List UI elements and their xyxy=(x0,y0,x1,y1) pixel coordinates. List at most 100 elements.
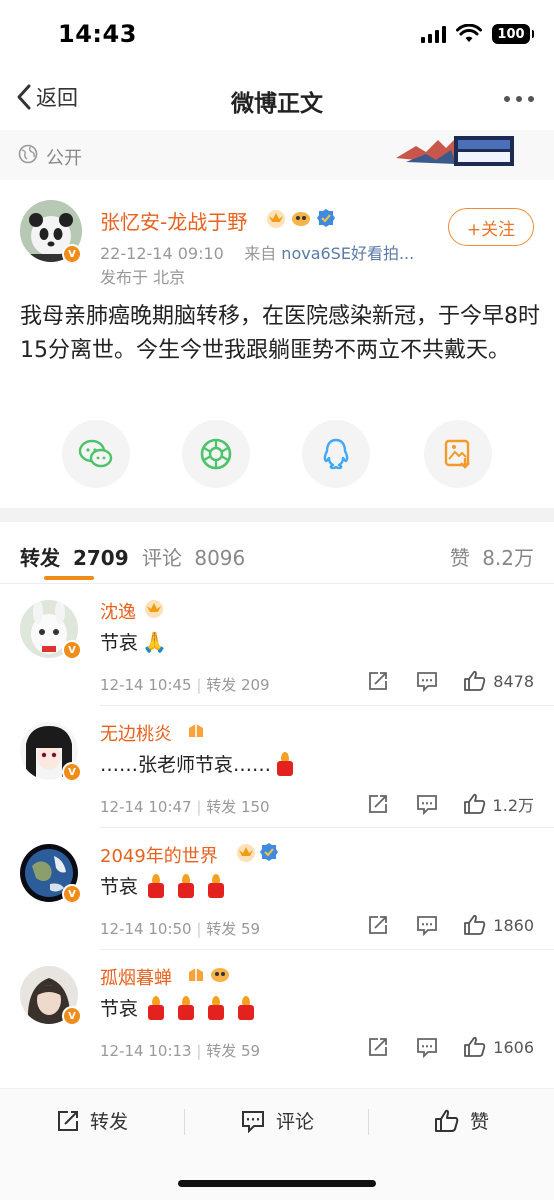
comment-meta: 12-14 10:47 | 转发 150 xyxy=(100,798,270,816)
section-separator xyxy=(0,508,554,522)
comment-meta: 12-14 10:13 | 转发 59 xyxy=(100,1042,261,1060)
share-wechat-button[interactable] xyxy=(62,420,130,488)
like-button[interactable]: 1.2万 xyxy=(463,792,534,816)
comment-meta: 12-14 10:45 | 转发 209 xyxy=(100,676,270,694)
commenter-name[interactable]: 孤烟暮蝉 xyxy=(100,964,172,990)
like-count: 1606 xyxy=(493,1037,534,1057)
home-indicator[interactable] xyxy=(178,1180,376,1187)
fish-badge-icon xyxy=(292,212,310,226)
share-moments-button[interactable] xyxy=(182,420,250,488)
candle-emoji xyxy=(146,995,166,1020)
visibility-label: 公开 xyxy=(46,148,82,169)
thumbs-up-icon xyxy=(464,1036,486,1057)
thumbs-up-icon xyxy=(435,1109,459,1132)
post-timestamp: 22-12-14 09:10 xyxy=(100,244,224,263)
globe-icon xyxy=(18,144,38,164)
member-crown-icon xyxy=(145,600,163,618)
share-out-icon[interactable] xyxy=(367,670,389,692)
comment-icon[interactable] xyxy=(415,1036,439,1058)
comment-repost-count: 转发 209 xyxy=(206,676,270,694)
comment-icon[interactable] xyxy=(415,793,439,815)
tab-repost-count: 2709 xyxy=(72,546,129,570)
status-time: 14:43 xyxy=(58,20,137,48)
tab-comment-label: 评论 xyxy=(142,546,182,570)
verified-badge-icon: V xyxy=(62,244,82,264)
source-prefix: 来自 xyxy=(244,244,277,263)
tab-like-label: 赞 xyxy=(449,546,470,570)
verified-badge-icon: V xyxy=(62,1006,82,1026)
cellular-signal-icon xyxy=(421,25,446,43)
comment-time: 12-14 10:47 xyxy=(100,798,192,816)
comment-icon[interactable] xyxy=(415,914,439,936)
author-name[interactable]: 张忆安-龙战于野 xyxy=(100,206,247,235)
save-image-icon xyxy=(444,439,470,469)
like-count: 1860 xyxy=(493,915,534,935)
nav-bar: 返回 微博正文 xyxy=(0,70,554,128)
tab-comment[interactable]: 评论 8096 xyxy=(142,542,245,571)
promo-banner-image[interactable] xyxy=(396,134,516,168)
list-item[interactable]: V 孤烟暮蝉 节哀 12-14 10:13 | 转发 59 1606 xyxy=(0,950,554,1072)
member-crown-icon xyxy=(267,210,285,228)
wechat-icon xyxy=(78,439,113,468)
verified-badge-icon: V xyxy=(62,884,82,904)
wifi-icon xyxy=(456,24,482,42)
verified-badge-icon: V xyxy=(62,762,82,782)
post-location: 发布于 北京 xyxy=(100,268,186,287)
verified-blue-icon xyxy=(260,843,278,861)
fish-badge-icon xyxy=(211,968,229,982)
candle-emoji xyxy=(176,873,196,898)
comment-icon xyxy=(242,1110,264,1133)
commenter-name[interactable]: 2049年的世界 xyxy=(100,842,218,868)
comment-text: ……张老师节哀…… xyxy=(100,750,305,777)
like-post-button[interactable]: 赞 xyxy=(434,1107,489,1134)
follow-button[interactable]: +关注 xyxy=(448,208,534,246)
share-row xyxy=(0,420,554,490)
share-qq-button[interactable] xyxy=(302,420,370,488)
comment-icon[interactable] xyxy=(415,670,439,692)
like-button[interactable]: 1860 xyxy=(463,914,534,936)
list-item[interactable]: V 沈逸 节哀 🙏 12-14 10:45 | 转发 209 8478 xyxy=(0,584,554,706)
comment-text: 节哀 🙏 xyxy=(100,629,167,655)
comment-time: 12-14 10:50 xyxy=(100,920,192,938)
save-image-button[interactable] xyxy=(424,420,492,488)
comment-time: 12-14 10:13 xyxy=(100,1042,192,1060)
comment-button[interactable]: 评论 xyxy=(240,1107,314,1134)
post-source[interactable]: nova6SE好看拍... xyxy=(281,244,414,263)
more-options-button[interactable] xyxy=(504,96,534,102)
moments-icon xyxy=(200,438,232,470)
like-button[interactable]: 8478 xyxy=(463,670,534,692)
share-out-icon xyxy=(58,1110,78,1131)
comment-text: 节哀 xyxy=(100,994,266,1021)
comment-repost-count: 转发 150 xyxy=(206,798,270,816)
commenter-name[interactable]: 沈逸 xyxy=(100,598,136,624)
qq-icon xyxy=(323,438,349,470)
battery-icon: 100 xyxy=(492,24,534,44)
list-item[interactable]: V 无边桃炎 ……张老师节哀…… 12-14 10:47 | 转发 150 1.… xyxy=(0,706,554,828)
repost-button[interactable]: 转发 xyxy=(56,1107,128,1134)
comment-repost-count: 转发 59 xyxy=(206,1042,261,1060)
post-meta: 22-12-14 09:10 来自 nova6SE好看拍... xyxy=(100,240,414,264)
list-item[interactable]: V 2049年的世界 节哀 12-14 10:50 | 转发 59 1860 xyxy=(0,828,554,950)
share-out-icon[interactable] xyxy=(367,1036,389,1058)
active-tab-indicator xyxy=(44,576,94,580)
candle-emoji xyxy=(176,995,196,1020)
thumbs-up-icon xyxy=(464,670,486,691)
status-bar: 14:43 100 xyxy=(0,0,554,70)
interaction-tabs: 转发 2709 评论 8096 赞 8.2万 xyxy=(0,522,554,584)
tab-repost[interactable]: 转发 2709 xyxy=(20,542,129,571)
share-out-icon[interactable] xyxy=(367,793,389,815)
comment-text: 节哀 xyxy=(100,872,236,899)
like-button[interactable]: 1606 xyxy=(463,1036,534,1058)
candle-emoji xyxy=(146,873,166,898)
commenter-name[interactable]: 无边桃炎 xyxy=(100,720,172,746)
tab-like[interactable]: 赞 8.2万 xyxy=(450,542,534,571)
candle-emoji xyxy=(206,873,226,898)
thumbs-up-icon xyxy=(464,914,486,935)
tab-like-count: 8.2万 xyxy=(482,546,534,570)
share-out-icon[interactable] xyxy=(367,914,389,936)
verified-blue-icon xyxy=(317,209,335,227)
gift-badge-icon xyxy=(189,968,203,981)
post-body: 我母亲肺癌晚期脑转移，在医院感染新冠，于今早8时15分离世。今生今世我跟躺匪势不… xyxy=(20,304,540,363)
page-title: 微博正文 xyxy=(231,91,323,117)
candle-emoji xyxy=(206,995,226,1020)
